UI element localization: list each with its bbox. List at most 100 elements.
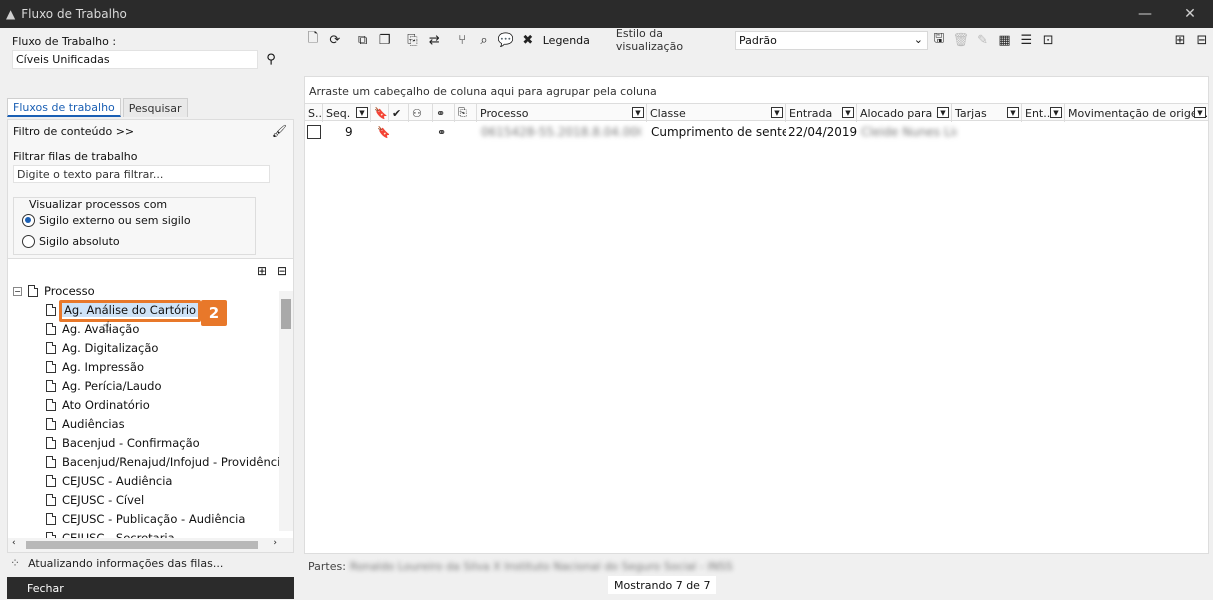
col-bookmark-icon[interactable]: 🔖: [371, 104, 389, 122]
comment-icon[interactable]: 💬: [495, 29, 517, 51]
remove-comment-icon[interactable]: ✖: [517, 29, 539, 51]
refresh-icon[interactable]: ⟳: [324, 29, 346, 51]
row-processo[interactable]: 0615428-55.2018.8.04.0001: [481, 121, 641, 143]
row-seq: 9: [345, 125, 353, 139]
filter-dropdown-icon[interactable]: ▼: [632, 107, 644, 118]
filter-dropdown-icon[interactable]: ▼: [842, 107, 854, 118]
col-link-icon[interactable]: ⚭: [433, 104, 455, 122]
col-copy-icon[interactable]: ⎘: [455, 104, 477, 122]
col-tarjas[interactable]: Tarjas ▼: [952, 104, 1022, 122]
tree-item[interactable]: Ato Ordinatório: [46, 398, 150, 412]
filter-box: Filtro de conteúdo >> 🖌 Filtrar filas de…: [7, 119, 294, 259]
filter-dropdown-icon[interactable]: ▼: [1194, 107, 1206, 118]
expand-all-icon[interactable]: ⊞: [1169, 29, 1191, 51]
search-icon[interactable]: ⚲: [262, 50, 280, 69]
move-icon[interactable]: ⎘: [402, 29, 424, 51]
list-icon[interactable]: ☰: [1015, 29, 1037, 51]
col-check-icon[interactable]: ✔: [389, 104, 409, 122]
col-entrada[interactable]: Entrada ▼: [786, 104, 857, 122]
tree-item-label: CEJUSC - Cível: [62, 493, 145, 507]
col-classe[interactable]: Classe ▼: [647, 104, 786, 122]
collapse-tree-icon[interactable]: ⊟: [277, 264, 287, 278]
close-window-button[interactable]: ✕: [1167, 0, 1213, 28]
col-ent[interactable]: Ent... ▼: [1022, 104, 1065, 122]
tree-icon[interactable]: ⑂: [451, 29, 473, 51]
tree-status: ⁘ Atualizando informações das filas...: [10, 556, 223, 570]
filter-dropdown-icon[interactable]: ▼: [1007, 107, 1019, 118]
duplicate-icon[interactable]: ❐: [374, 29, 396, 51]
expand-tree-icon[interactable]: ⊞: [257, 264, 267, 278]
layout-icon[interactable]: ⊡: [1037, 29, 1059, 51]
scroll-thumb[interactable]: [26, 541, 258, 549]
filter-queues-input[interactable]: Digite o texto para filtrar...: [13, 165, 270, 183]
tree-item[interactable]: Bacenjud/Renajud/Infojud - Providências: [46, 455, 293, 469]
col-movimentacao-label: Movimentação de orige...: [1068, 106, 1208, 120]
tab-pesquisar[interactable]: Pesquisar: [122, 98, 188, 117]
scroll-thumb[interactable]: [281, 299, 291, 329]
tree-item-label: CEJUSC - Audiência: [62, 474, 173, 488]
tree-item[interactable]: Bacenjud - Confirmação: [46, 436, 200, 450]
tree-item[interactable]: Ag. Impressão: [46, 360, 144, 374]
copy-icon[interactable]: ⧉: [352, 29, 374, 51]
legend-button[interactable]: Legenda: [543, 34, 590, 47]
col-seq[interactable]: Seq. ▼: [323, 104, 371, 122]
content-filter-link[interactable]: Filtro de conteúdo >>: [13, 125, 134, 138]
left-tabs: Fluxos de trabalho Pesquisar: [7, 98, 190, 117]
radio-dot-selected: [22, 214, 35, 227]
window-title: Fluxo de Trabalho: [21, 7, 127, 21]
collapse-node-icon[interactable]: −: [13, 286, 22, 296]
close-button[interactable]: Fechar: [7, 577, 294, 599]
filter-dropdown-icon[interactable]: ▼: [771, 107, 783, 118]
save-icon[interactable]: 🖫: [928, 29, 950, 51]
filter-dropdown-icon[interactable]: ▼: [356, 107, 368, 118]
new-document-icon[interactable]: 🗋: [302, 29, 324, 51]
delete-icon: 🗑: [952, 32, 969, 48]
col-seq-label: Seq.: [326, 106, 351, 120]
edit-icon: ✎: [977, 32, 989, 48]
col-movimentacao[interactable]: Movimentação de orige... ▼: [1065, 104, 1208, 122]
minimize-button[interactable]: —: [1122, 0, 1168, 28]
document-icon: [46, 304, 56, 316]
brush-icon[interactable]: 🖌: [272, 124, 287, 138]
export-excel-icon[interactable]: ▦: [994, 29, 1016, 51]
filter-dropdown-icon[interactable]: ▼: [1050, 107, 1062, 118]
tree-item[interactable]: Ag. Perícia/Laudo: [46, 379, 162, 393]
filter-queues-label: Filtrar filas de trabalho: [13, 150, 138, 163]
filter-dropdown-icon[interactable]: ▼: [937, 107, 949, 118]
radio-dot: [22, 235, 35, 248]
row-checkbox[interactable]: [307, 121, 323, 143]
tree-item[interactable]: Audiências: [46, 417, 125, 431]
tab-fluxos[interactable]: Fluxos de trabalho: [7, 98, 121, 117]
scroll-left-icon[interactable]: ‹: [12, 538, 16, 548]
radio-external[interactable]: Sigilo externo ou sem sigilo: [22, 214, 191, 227]
tree-item-label: Bacenjud - Confirmação: [62, 436, 200, 450]
table-row[interactable]: 9 🔖 ⚭ 0615428-55.2018.8.04.0001 Cumprime…: [305, 121, 1208, 143]
view-style-select[interactable]: Padrão ⌄: [734, 30, 928, 50]
document-icon: [46, 323, 56, 335]
radio-absolute[interactable]: Sigilo absoluto: [22, 235, 120, 248]
tree-horizontal-scrollbar[interactable]: ‹ ›: [8, 538, 293, 552]
left-panel: Fluxo de Trabalho : Cíveis Unificadas ⚲ …: [0, 28, 300, 600]
tree-item[interactable]: CEJUSC - Publicação - Audiência: [46, 512, 245, 526]
col-people-icon[interactable]: ⚇: [409, 104, 433, 122]
checkbox[interactable]: [307, 125, 321, 139]
spinner-icon: ⁘: [10, 556, 21, 570]
tree-item[interactable]: Ag. Digitalização: [46, 341, 158, 355]
tree-root[interactable]: − Processo: [13, 284, 95, 298]
col-alocado[interactable]: Alocado para ... ▼: [857, 104, 952, 122]
transfer-icon[interactable]: ⇄: [423, 29, 445, 51]
workflow-field[interactable]: Cíveis Unificadas: [12, 50, 258, 69]
collapse-all-icon[interactable]: ⊟: [1191, 29, 1213, 51]
col-select[interactable]: S...: [305, 104, 323, 122]
chevron-down-icon: ⌄: [913, 32, 923, 46]
tree-vertical-scrollbar[interactable]: [279, 291, 293, 531]
document-icon: [46, 437, 56, 449]
tree-item[interactable]: CEJUSC - Cível: [46, 493, 144, 507]
zoom-icon[interactable]: ⌕: [473, 29, 495, 51]
view-style-label: Estilo da visualização: [615, 27, 684, 53]
scroll-right-icon[interactable]: ›: [273, 538, 277, 548]
tree-item[interactable]: Ag. Avaliação: [46, 322, 139, 336]
col-processo[interactable]: Processo ▼: [477, 104, 647, 122]
document-icon: [28, 285, 38, 297]
tree-item[interactable]: CEJUSC - Audiência: [46, 474, 172, 488]
